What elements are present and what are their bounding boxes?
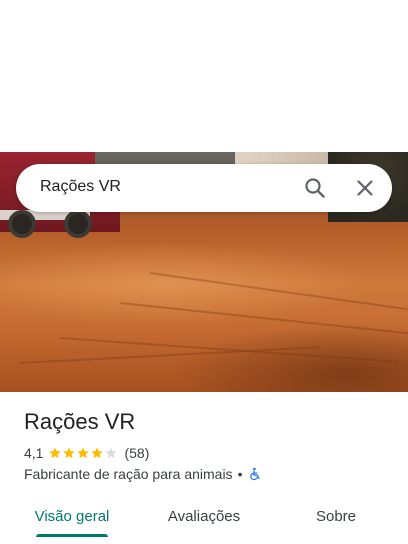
rating-row: 4,1 (58) (24, 444, 149, 462)
tab-reviews[interactable]: Avaliações (154, 494, 254, 538)
tab-overview[interactable]: Visão geral (22, 494, 122, 538)
star-icon (49, 447, 62, 459)
category-row: Fabricante de ração para animais • (24, 465, 262, 483)
search-box[interactable]: Rações VR (16, 164, 392, 212)
star-icon (77, 447, 90, 459)
separator: • (237, 466, 243, 482)
star-rating (48, 446, 118, 460)
map-blank-area (0, 0, 408, 152)
wheelchair-icon[interactable] (248, 467, 262, 481)
active-tab-indicator (36, 534, 108, 537)
search-input[interactable]: Rações VR (40, 178, 121, 196)
rating-value: 4,1 (24, 445, 44, 461)
close-icon[interactable] (353, 176, 377, 200)
tab-about[interactable]: Sobre (286, 494, 386, 538)
search-icon[interactable] (303, 176, 327, 200)
star-icon (91, 447, 104, 459)
review-count[interactable]: (58) (124, 445, 149, 461)
place-category[interactable]: Fabricante de ração para animais (24, 466, 233, 482)
place-tabs: Visão geral Avaliações Sobre (0, 494, 408, 538)
star-icon (63, 447, 76, 459)
place-title: Rações VR (24, 409, 136, 434)
star-empty-icon (105, 447, 118, 459)
